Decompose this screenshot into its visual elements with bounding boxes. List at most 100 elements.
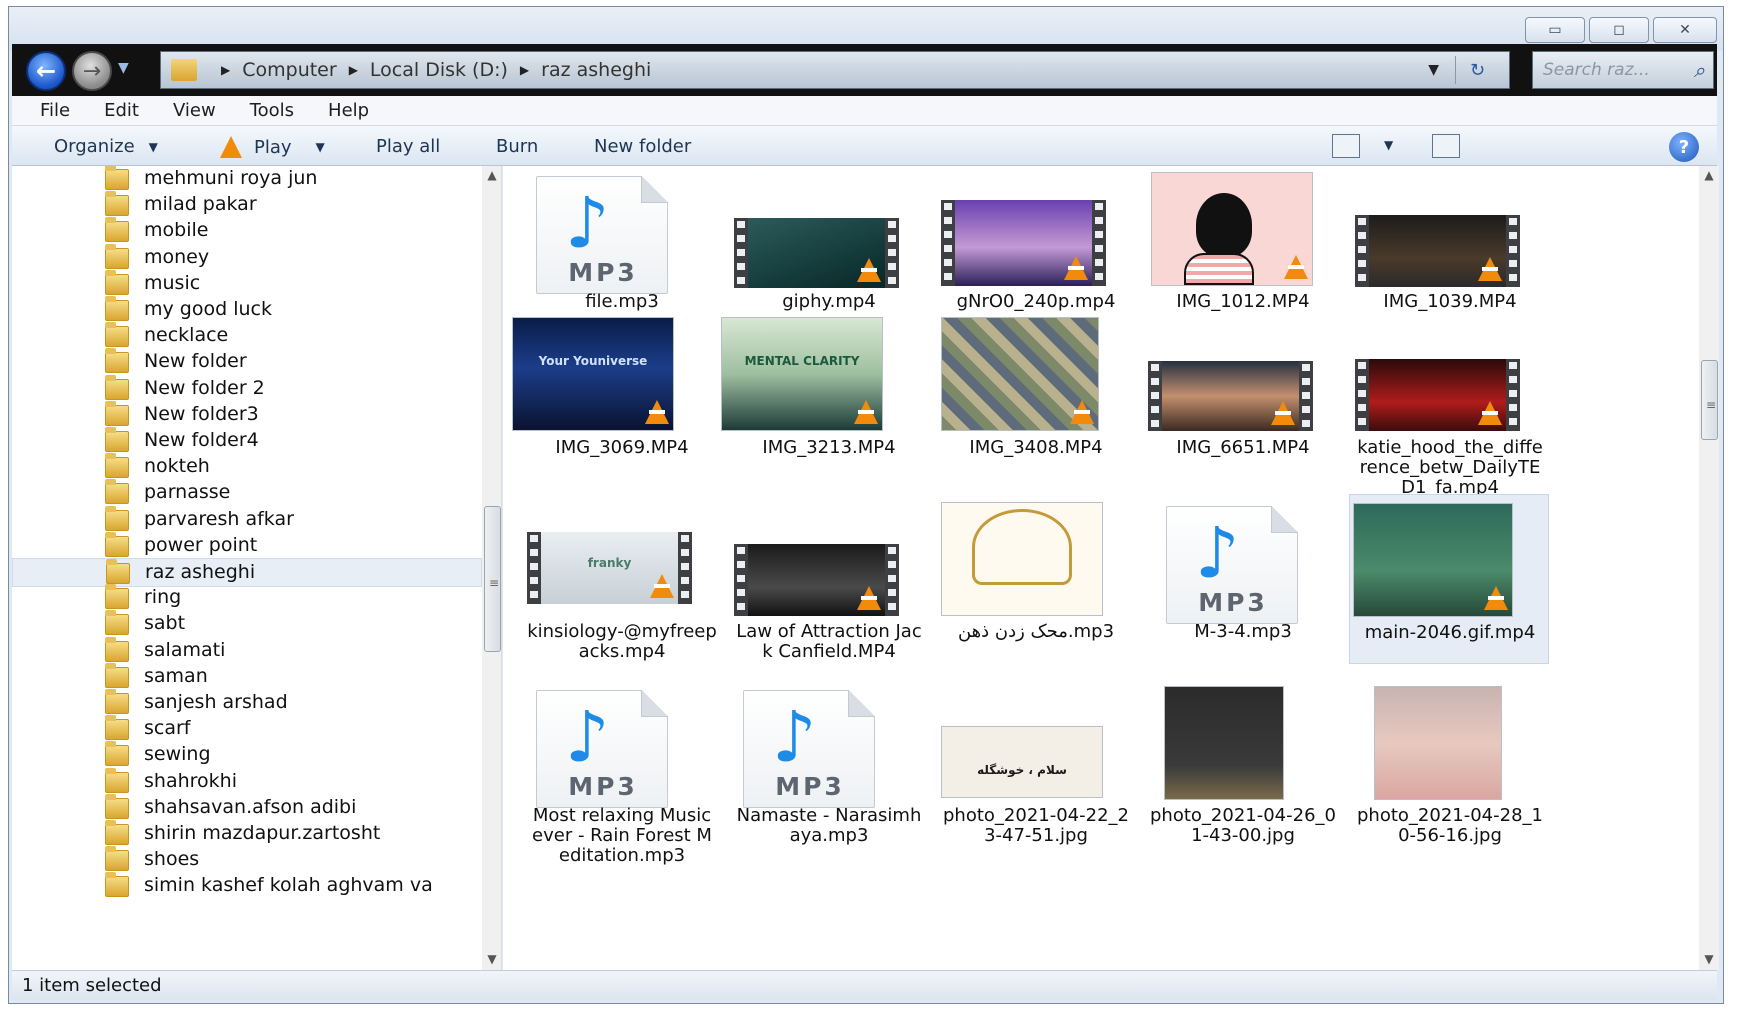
organize-label: Organize [54, 136, 135, 157]
nav-folder-item[interactable]: parnasse [12, 479, 482, 508]
file-item[interactable]: Law of Attraction Jack Canfield.MP4 [734, 502, 924, 680]
nav-folder-item[interactable]: scarf [12, 715, 482, 744]
breadcrumb-local-disk[interactable]: Local Disk (D:) [370, 59, 508, 81]
content-scroll-thumb[interactable]: ≡ [1701, 360, 1718, 440]
recent-pages-dropdown[interactable]: ▼ [118, 60, 129, 76]
file-item[interactable]: photo_2021-04-26_01-43-00.jpg [1148, 686, 1338, 886]
minimize-button[interactable]: ▭ [1525, 17, 1585, 43]
file-name: IMG_3069.MP4 [555, 437, 689, 458]
organize-button[interactable]: Organize ▼ [54, 136, 158, 157]
scroll-down-icon[interactable]: ▼ [484, 952, 500, 968]
menu-view[interactable]: View [173, 100, 216, 121]
nav-folder-item[interactable]: milad pakar [12, 191, 482, 220]
file-item[interactable]: katie_hood_the_difference_betw_DailyTED1… [1355, 317, 1545, 498]
file-item[interactable]: MENTAL CLARITY IMG_3213.MP4 [721, 317, 924, 495]
nav-folder-label: my good luck [144, 298, 272, 320]
file-item[interactable]: ♪ MP3 M-3-4.mp3 [1148, 502, 1338, 680]
breadcrumb-computer[interactable]: Computer [242, 59, 336, 81]
change-view-button[interactable] [1332, 134, 1360, 158]
file-item[interactable]: franky kinsiology-@myfreepacks.mp4 [527, 502, 717, 680]
nav-folder-item[interactable]: sabt [12, 610, 482, 639]
burn-button[interactable]: Burn [496, 136, 538, 157]
nav-folder-item[interactable]: sewing [12, 741, 482, 770]
menu-tools[interactable]: Tools [250, 100, 294, 121]
nav-folder-item[interactable]: raz asheghi [12, 558, 482, 587]
menu-file[interactable]: File [40, 100, 70, 121]
file-item[interactable]: ♪ MP3 Namaste - Narasimhaya.mp3 [734, 686, 924, 886]
nav-folder-item[interactable]: saman [12, 662, 482, 692]
nav-folder-item[interactable]: nokteh [12, 453, 482, 482]
menu-edit[interactable]: Edit [104, 100, 139, 121]
nav-folder-item[interactable]: necklace [12, 322, 482, 351]
nav-scrollbar[interactable]: ▲ ≡ ▼ [482, 166, 501, 970]
file-item[interactable]: ♪ MP3 Most relaxing Music ever - Rain Fore… [527, 686, 717, 886]
nav-folder-item[interactable]: New folder [12, 348, 482, 377]
folder-icon [105, 322, 129, 348]
nav-folder-item[interactable]: simin kashef kolah aghvam va [12, 872, 482, 901]
maximize-button[interactable]: ◻ [1589, 17, 1649, 43]
help-button[interactable]: ? [1669, 132, 1699, 162]
vlc-cone-icon [1284, 255, 1308, 279]
nav-folder-item[interactable]: power point [12, 531, 482, 561]
nav-scroll-thumb[interactable]: ≡ [484, 506, 501, 652]
nav-folder-item[interactable]: ring [12, 584, 482, 613]
nav-folder-label: milad pakar [144, 193, 257, 216]
address-path[interactable]: ▶ Computer ▶ Local Disk (D:) ▶ raz asheg… [160, 51, 1510, 89]
mp3-file-icon: ♪ MP3 [536, 690, 668, 808]
search-input[interactable]: Search raz... ⌕ [1532, 51, 1714, 89]
file-name: photo_2021-04-28_10-56-16.jpg [1357, 805, 1543, 846]
new-folder-button[interactable]: New folder [594, 136, 691, 157]
address-history-dropdown[interactable]: ▼ [1428, 62, 1439, 78]
nav-folder-item[interactable]: money [12, 243, 482, 273]
view-options-dropdown[interactable]: ▼ [1376, 138, 1393, 152]
menu-help[interactable]: Help [328, 100, 369, 121]
breadcrumb-arrow-icon[interactable]: ▶ [520, 63, 529, 77]
nav-folder-item[interactable]: New folder3 [12, 400, 482, 430]
scroll-up-icon[interactable]: ▲ [1701, 168, 1717, 184]
vlc-cone-icon [854, 400, 878, 424]
vlc-cone-icon [645, 400, 669, 424]
nav-folder-item[interactable]: mobile [12, 217, 482, 246]
file-item[interactable]: main-2046.gif.mp4 [1349, 494, 1549, 664]
nav-folder-label: New folder4 [144, 429, 259, 451]
nav-folder-item[interactable]: salamati [12, 636, 482, 666]
close-button[interactable]: ✕ [1653, 17, 1717, 43]
preview-pane-button[interactable] [1432, 134, 1460, 158]
folder-icon [105, 400, 129, 426]
file-item[interactable]: photo_2021-04-28_10-56-16.jpg [1355, 686, 1545, 886]
file-item[interactable]: محک زدن ذهن.mp3 [941, 502, 1131, 680]
file-item[interactable]: سلام ، خوشگله photo_2021-04-22_23-47-51.j… [941, 686, 1131, 886]
nav-folder-item[interactable]: mehmuni roya jun [12, 166, 482, 194]
search-icon[interactable]: ⌕ [1694, 58, 1705, 82]
video-thumbnail [1355, 359, 1520, 431]
nav-folder-item[interactable]: music [12, 269, 482, 299]
forward-button[interactable]: → [72, 51, 112, 91]
nav-folder-item[interactable]: shahrokhi [12, 767, 482, 797]
folder-icon [105, 531, 129, 557]
play-all-button[interactable]: Play all [376, 136, 440, 157]
nav-folder-item[interactable]: shoes [12, 846, 482, 875]
file-item[interactable]: Your Youniverse IMG_3069.MP4 [512, 317, 717, 495]
nav-folder-item[interactable]: parvaresh afkar [12, 505, 482, 535]
refresh-button[interactable]: ↻ [1455, 56, 1499, 84]
file-name: IMG_3213.MP4 [762, 437, 896, 458]
nav-folder-item[interactable]: shirin mazdapur.zartosht [12, 820, 482, 849]
vlc-cone-icon [1064, 256, 1088, 280]
breadcrumb-arrow-icon[interactable]: ▶ [349, 63, 358, 77]
file-item[interactable]: IMG_6651.MP4 [1148, 317, 1338, 495]
scroll-up-icon[interactable]: ▲ [484, 168, 500, 184]
content-scrollbar[interactable]: ▲ ≡ ▼ [1699, 166, 1719, 970]
file-item[interactable]: IMG_3408.MP4 [941, 317, 1131, 495]
back-button[interactable]: ← [26, 51, 66, 91]
breadcrumb-current-folder[interactable]: raz asheghi [541, 59, 651, 81]
nav-folder-item[interactable]: my good luck [12, 296, 482, 325]
nav-folder-item[interactable]: New folder4 [12, 427, 482, 456]
folder-icon [105, 217, 129, 243]
play-button[interactable]: Play ▼ [220, 136, 325, 158]
refresh-icon: ↻ [1469, 59, 1486, 81]
scroll-down-icon[interactable]: ▼ [1701, 952, 1717, 968]
vlc-cone-icon [857, 586, 881, 610]
nav-folder-item[interactable]: New folder 2 [12, 374, 482, 404]
nav-folder-item[interactable]: shahsavan.afson adibi [12, 793, 482, 823]
nav-folder-item[interactable]: sanjesh arshad [12, 689, 482, 718]
